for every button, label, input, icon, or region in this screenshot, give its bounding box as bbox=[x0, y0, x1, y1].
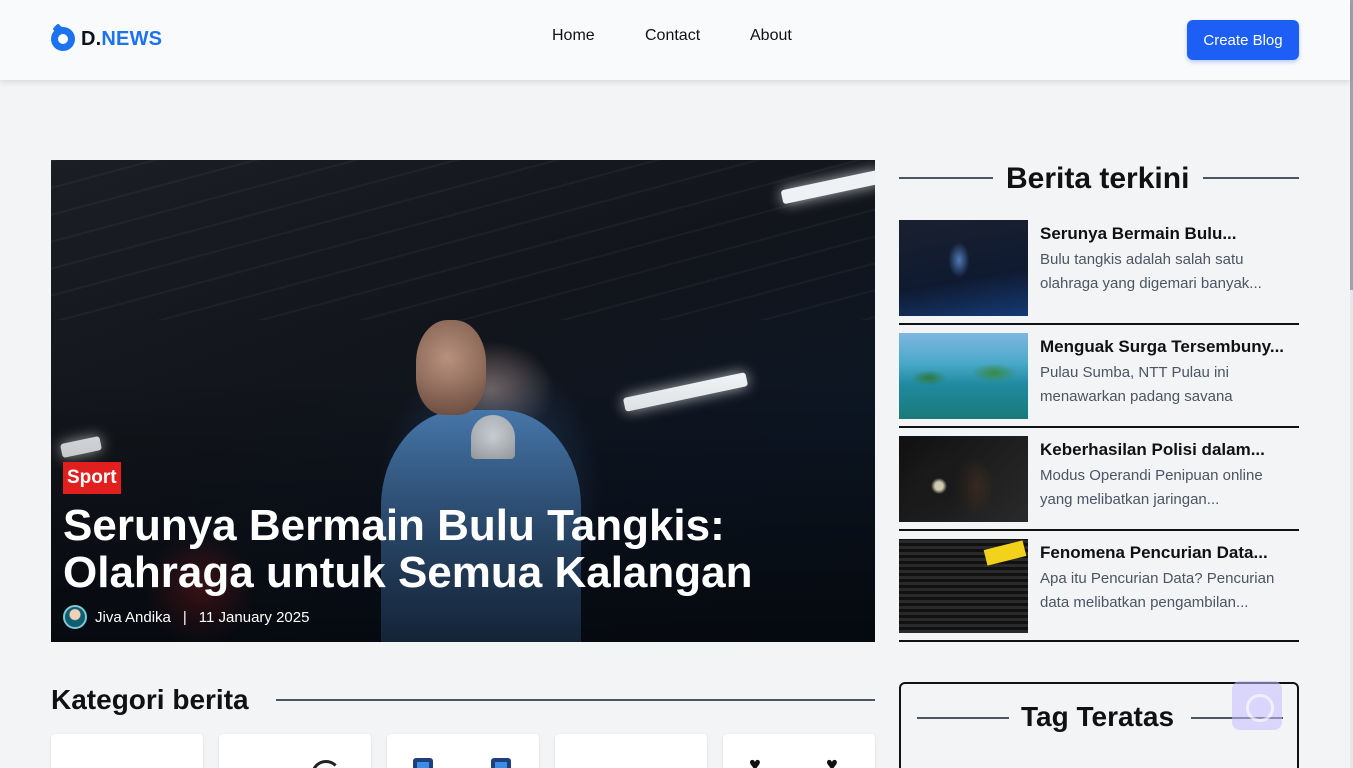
news-thumbnail[interactable] bbox=[899, 539, 1028, 633]
news-title[interactable]: Fenomena Pencurian Data... bbox=[1040, 543, 1299, 563]
author-name: Jiva Andika bbox=[95, 608, 171, 626]
logo-drop-icon bbox=[51, 27, 75, 51]
top-tags-title: Tag Teratas bbox=[1021, 701, 1175, 732]
news-thumbnail[interactable] bbox=[899, 220, 1028, 316]
category-badge[interactable]: Sport bbox=[63, 462, 121, 494]
nav-contact[interactable]: Contact bbox=[645, 27, 700, 45]
news-excerpt: Bulu tangkis adalah salah satu olahraga … bbox=[1040, 251, 1262, 292]
category-card[interactable] bbox=[51, 734, 203, 768]
news-title[interactable]: Keberhasilan Polisi dalam... bbox=[1040, 440, 1299, 460]
news-excerpt: Apa itu Pencurian Data? Pencurian data m… bbox=[1040, 570, 1275, 611]
latest-news-title: Berita terkini bbox=[1006, 162, 1190, 195]
featured-article[interactable]: Sport Serunya Bermain Bulu Tangkis: Olah… bbox=[51, 160, 875, 642]
news-item[interactable]: Serunya Bermain Bulu... Bulu tangkis ada… bbox=[899, 220, 1299, 325]
section-divider bbox=[276, 699, 875, 701]
section-divider bbox=[1203, 177, 1299, 179]
phone-icon bbox=[413, 758, 433, 768]
site-logo[interactable]: D.NEWS bbox=[51, 27, 162, 51]
category-section-title: Kategori berita bbox=[51, 684, 249, 715]
meta-separator: | bbox=[182, 608, 187, 626]
publish-date: 11 January 2025 bbox=[198, 608, 310, 626]
nav-home[interactable]: Home bbox=[552, 27, 595, 45]
top-header: D.NEWS Home Contact About Create Blog bbox=[0, 0, 1350, 80]
category-card[interactable] bbox=[387, 734, 539, 768]
news-item[interactable]: Keberhasilan Polisi dalam... Modus Opera… bbox=[899, 436, 1299, 531]
category-card[interactable] bbox=[555, 734, 707, 768]
news-title[interactable]: Menguak Surga Tersembuny... bbox=[1040, 337, 1299, 357]
news-excerpt: Modus Operandi Penipuan online yang meli… bbox=[1040, 467, 1263, 508]
ring-icon bbox=[311, 760, 341, 768]
section-divider bbox=[899, 177, 993, 179]
floating-action-button[interactable] bbox=[1232, 681, 1282, 730]
news-thumbnail[interactable] bbox=[899, 436, 1028, 522]
heart-icon: ♥ bbox=[749, 754, 761, 768]
logo-text: D.NEWS bbox=[81, 27, 163, 50]
author-avatar bbox=[63, 605, 87, 629]
nav-about[interactable]: About bbox=[750, 27, 792, 45]
create-blog-button[interactable]: Create Blog bbox=[1187, 20, 1299, 60]
heart-icon: ♥ bbox=[826, 754, 838, 768]
news-title[interactable]: Serunya Bermain Bulu... bbox=[1040, 224, 1299, 244]
news-item[interactable]: Menguak Surga Tersembuny... Pulau Sumba,… bbox=[899, 333, 1299, 428]
phone-icon bbox=[491, 758, 511, 768]
section-divider bbox=[917, 717, 1009, 719]
category-card[interactable]: ♥ ♥ bbox=[723, 734, 875, 768]
latest-news-header: Berita terkini bbox=[899, 160, 1299, 200]
article-meta: Jiva Andika | 11 January 2025 bbox=[63, 605, 309, 629]
category-card[interactable] bbox=[219, 734, 371, 768]
news-item[interactable]: Fenomena Pencurian Data... Apa itu Pencu… bbox=[899, 539, 1299, 642]
thumbnail-sticker bbox=[983, 540, 1027, 566]
featured-title[interactable]: Serunya Bermain Bulu Tangkis: Olahraga u… bbox=[63, 502, 863, 596]
news-excerpt: Pulau Sumba, NTT Pulau ini menawarkan pa… bbox=[1040, 364, 1233, 405]
news-thumbnail[interactable] bbox=[899, 333, 1028, 419]
